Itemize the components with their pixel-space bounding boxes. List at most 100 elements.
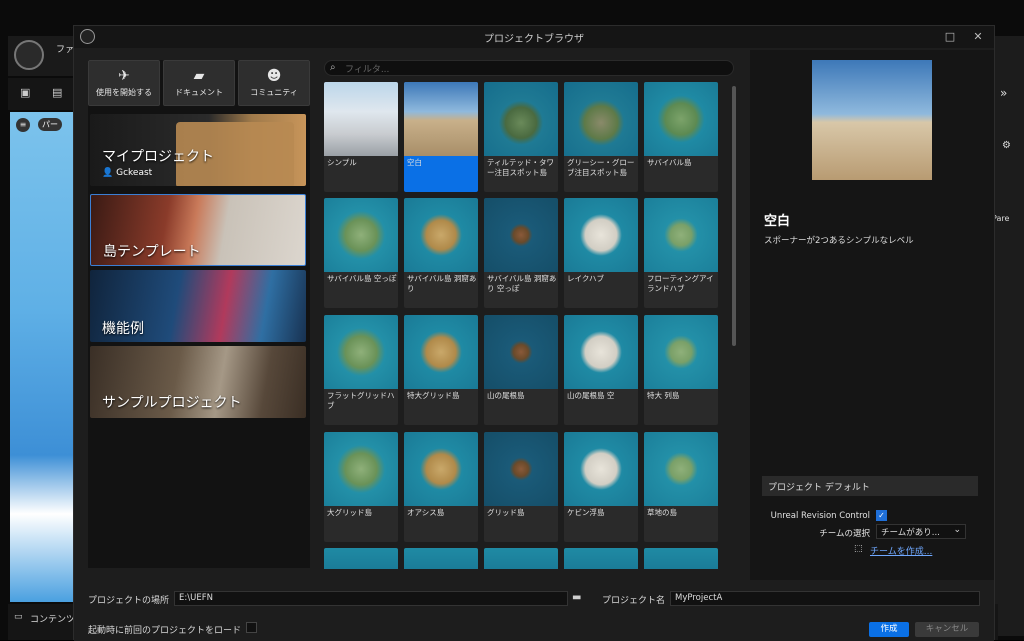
template-tile[interactable]: オアシス島 [404,432,478,542]
editor-right-panel: » ⚙ _Pare [988,36,1024,636]
template-tile[interactable]: サバイバル島 [644,82,718,192]
category-panel: ✈ 使用を開始する ▰ ドキュメント ☻ コミュニティ マイプロジェクト 👤 G… [88,60,310,568]
template-thumbnail [564,315,638,389]
template-preview-image [812,60,932,180]
template-thumbnail [324,198,398,272]
template-tile-label: シンプル [327,158,357,167]
checkmark-icon: ✓ [878,511,885,520]
project-name-field[interactable]: MyProjectA [670,591,980,606]
template-tile[interactable]: フラットグリッドハブ [324,315,398,425]
project-location-label: プロジェクトの場所 [88,596,170,606]
template-thumbnail [404,82,478,156]
template-tile[interactable]: 山の尾根島 [484,315,558,425]
people-icon: ☻ [266,68,282,84]
template-tile[interactable]: シンプル [324,82,398,192]
team-select[interactable]: チームがあり... ⌄ [876,524,966,539]
template-tile[interactable]: サバイバル島 洞窟あり 空っぽ [484,198,558,308]
urc-checkbox[interactable]: ✓ [876,510,887,521]
template-tile[interactable]: ティルテッド・タワー注目スポット島 [484,82,558,192]
template-tile-partial[interactable] [324,548,398,569]
category-label: 島テンプレート [103,244,201,260]
template-tile-label: 空白 [407,158,422,167]
template-tile[interactable]: レイクハブ [564,198,638,308]
community-label: コミュニティ [250,88,298,97]
folder-browse-icon[interactable]: ▬ [572,592,581,603]
template-tile-label: ケビン浮島 [567,508,605,517]
urc-label: Unreal Revision Control [770,511,870,521]
cancel-button[interactable]: キャンセル [915,622,979,637]
filter-input[interactable]: ⌕ フィルタ... [324,60,734,76]
title-bar: プロジェクトブラウザ □ ✕ [74,26,994,48]
template-tile[interactable]: サバイバル島 空っぽ [324,198,398,308]
template-thumbnail [644,432,718,506]
category-my-projects[interactable]: マイプロジェクト 👤 Gckeast [90,114,306,186]
menu-file[interactable]: ファ [56,42,74,55]
template-thumbnail [404,198,478,272]
grid-scrollbar[interactable] [732,86,736,346]
template-tile-partial[interactable] [564,548,638,569]
team-label: チームの選択 [819,529,870,539]
template-tile-partial[interactable] [644,548,718,569]
load-last-project-checkbox[interactable] [246,622,257,633]
template-tile-label: フラットグリッドハブ [327,391,395,410]
template-tile[interactable]: ケビン浮島 [564,432,638,542]
load-last-project-label: 起動時に前回のプロジェクトをロード [88,626,242,636]
template-tile[interactable]: グリッド島 [484,432,558,542]
category-label: サンプルプロジェクト [102,395,242,411]
template-tile-label: サバイバル島 空っぽ [327,274,397,283]
maximize-icon[interactable]: □ [942,29,958,45]
template-tile[interactable]: 大グリッド島 [324,432,398,542]
template-thumbnail [324,432,398,506]
community-button[interactable]: ☻ コミュニティ [238,60,310,106]
template-tile-partial[interactable] [484,548,558,569]
template-tile-label: レイクハブ [567,274,604,283]
template-thumbnail [644,82,718,156]
template-thumbnail [324,82,398,156]
viewport-menu-icon[interactable]: ≡ [16,118,30,132]
team-select-value: チームがあり... [881,528,940,538]
user-name: 👤 Gckeast [102,168,152,178]
save-icon[interactable]: ▣ [20,86,30,99]
project-browser-dialog: プロジェクトブラウザ □ ✕ ✈ 使用を開始する ▰ ドキュメント ☻ コミュニ… [73,25,995,641]
user-name-text: Gckeast [116,168,153,178]
template-tile-partial[interactable] [404,548,478,569]
template-tile-label: オアシス島 [407,508,445,517]
rocket-icon: ✈ [118,68,130,84]
template-tile[interactable]: 山の尾根島 空 [564,315,638,425]
close-icon[interactable]: ✕ [970,29,986,45]
template-tile[interactable]: 特大グリッド島 [404,315,478,425]
source-control-icon[interactable]: ▤ [52,86,62,99]
documentation-label: ドキュメント [175,88,223,97]
template-tile[interactable]: サバイバル島 洞窟あり [404,198,478,308]
content-drawer-label[interactable]: コンテンツ [30,612,75,625]
create-team-link[interactable]: チームを作成... [870,544,932,557]
template-tile[interactable]: 草地の島 [644,432,718,542]
filter-placeholder: フィルタ... [345,65,390,75]
settings-gear-icon[interactable]: ⚙ [1002,140,1011,151]
category-feature-examples[interactable]: 機能例 [90,270,306,342]
category-island-templates[interactable]: 島テンプレート [90,194,306,266]
template-details: 空白 スポーナーが2つあるシンプルなレベル プロジェクト デフォルト Unrea… [750,50,994,580]
category-sample-projects[interactable]: サンプルプロジェクト [90,346,306,418]
editor-viewport[interactable]: ≡ パー [10,112,74,602]
template-thumbnail [404,432,478,506]
template-thumbnail [644,315,718,389]
get-started-button[interactable]: ✈ 使用を開始する [88,60,160,106]
content-drawer-icon[interactable]: ▭ [14,612,23,622]
create-button[interactable]: 作成 [869,622,909,637]
category-label: マイプロジェクト [102,149,214,165]
get-started-label: 使用を開始する [96,88,152,97]
template-tile[interactable]: 特大 列島 [644,315,718,425]
template-tile-label: 特大グリッド島 [407,391,460,400]
template-tile[interactable]: グリーシー・グローブ注目スポット島 [564,82,638,192]
template-tile-label: サバイバル島 洞窟あり [407,274,477,293]
viewport-label[interactable]: パー [38,118,62,131]
documentation-button[interactable]: ▰ ドキュメント [163,60,235,106]
template-tile[interactable]: 空白 [404,82,478,192]
project-defaults-label: プロジェクト デフォルト [768,483,870,493]
bottom-bar: プロジェクトの場所 E:\UEFN ▬ プロジェクト名 MyProjectA 起… [74,581,994,641]
template-tile[interactable]: フローティングアイランドハブ [644,198,718,308]
template-tile-label: サバイバル島 [647,158,692,167]
expand-icon[interactable]: » [1000,86,1007,100]
project-location-field[interactable]: E:\UEFN [174,591,568,606]
